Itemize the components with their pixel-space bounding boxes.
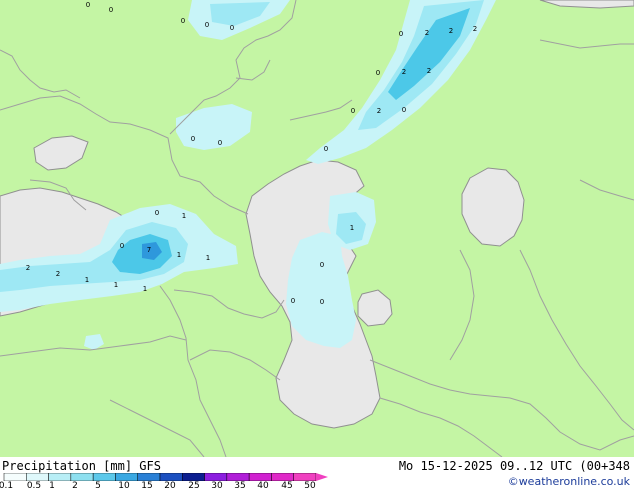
map-footer: Precipitation [mm] GFS Mo 15-12-2025 09.… (0, 457, 634, 491)
scale-swatch (3, 473, 27, 481)
value-label: 2 (377, 107, 381, 115)
value-label: 0 (402, 106, 406, 114)
value-label: 2 (473, 25, 477, 33)
value-label: 0 (86, 1, 90, 9)
value-label: 0 (181, 17, 185, 25)
value-label: 2 (427, 67, 431, 75)
scale-swatch (159, 473, 183, 481)
value-label: 0 (291, 297, 295, 305)
value-label: 1 (350, 224, 354, 232)
value-label: 0 (218, 139, 222, 147)
value-label: 0 (399, 30, 403, 38)
valid-time: Mo 15-12-2025 09..12 UTC (00+348 (398, 459, 630, 473)
scale-swatch (248, 473, 272, 481)
scale-swatch (26, 473, 49, 481)
scale-swatch (115, 473, 138, 481)
scale-arrow (316, 473, 328, 481)
value-label: 0 (109, 6, 113, 14)
scale-swatch (204, 473, 228, 481)
value-label: 7 (147, 246, 151, 254)
weather-map-screen: 0 0 0 0 0 2 2 2 0 2 2 0 2 0 0 0 0 0 1 0 … (0, 0, 634, 491)
map-title: Precipitation [mm] GFS (2, 459, 161, 473)
scale-swatch (48, 473, 72, 481)
value-label: 0 (320, 261, 324, 269)
credit-link[interactable]: ©weatheronline.co.uk (508, 475, 630, 488)
value-label: 2 (402, 68, 406, 76)
value-label: 1 (114, 281, 118, 289)
value-label: 1 (177, 251, 181, 259)
value-label: 0 (324, 145, 328, 153)
value-label: 0 (205, 21, 209, 29)
value-label: 2 (425, 29, 429, 37)
scale-swatch (182, 473, 205, 481)
scale-swatch (92, 473, 116, 481)
value-label: 0 (320, 298, 324, 306)
value-label: 0 (155, 209, 159, 217)
value-label: 0 (120, 242, 124, 250)
value-label: 2 (56, 270, 60, 278)
value-label: 1 (182, 212, 186, 220)
value-label: 2 (26, 264, 30, 272)
value-label: 0 (230, 24, 234, 32)
scale-swatch (137, 473, 161, 481)
value-label: 0 (351, 107, 355, 115)
value-label: 1 (143, 285, 147, 293)
precipitation-map[interactable]: 0 0 0 0 0 2 2 2 0 2 2 0 2 0 0 0 0 0 1 0 … (0, 0, 634, 457)
scale-swatch (226, 473, 250, 481)
value-label: 0 (191, 135, 195, 143)
value-label: 1 (85, 276, 89, 284)
value-label: 1 (206, 254, 210, 262)
precipitation-color-scale (3, 473, 328, 481)
scale-swatch (271, 473, 294, 481)
value-label: 0 (376, 69, 380, 77)
value-label: 2 (449, 27, 453, 35)
scale-swatch (70, 473, 94, 481)
scale-swatch (293, 473, 317, 481)
